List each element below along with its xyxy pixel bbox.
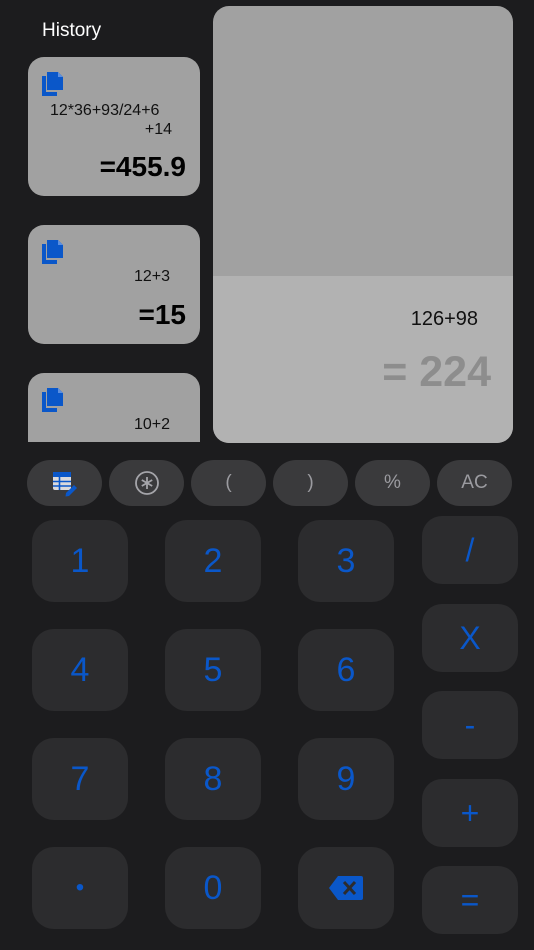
divide-button[interactable]: /	[422, 516, 518, 584]
copy-icon[interactable]	[40, 387, 64, 413]
display-result: = 224	[382, 348, 491, 396]
clear-button[interactable]: AC	[437, 460, 512, 506]
key-3[interactable]: 3	[298, 520, 394, 602]
history-result: =455.9	[99, 151, 186, 182]
asterisk-icon	[134, 471, 159, 495]
equals-button[interactable]: =	[422, 866, 518, 934]
key-1[interactable]: 1	[32, 520, 128, 602]
key-9[interactable]: 9	[298, 738, 394, 820]
table-edit-button[interactable]	[27, 460, 102, 506]
history-expression: 12*36+93/24+6	[50, 102, 160, 119]
key-5[interactable]: 5	[165, 629, 261, 711]
open-paren-button[interactable]: (	[191, 460, 266, 506]
history-item[interactable]: 12+3 =15	[28, 225, 200, 344]
history-list[interactable]: 12*36+93/24+6 +14 =455.9 12+3 =15 10+2	[28, 55, 202, 442]
history-expression: 10+2	[134, 416, 171, 433]
history-item[interactable]: 12*36+93/24+6 +14 =455.9	[28, 57, 200, 196]
plus-button[interactable]: +	[422, 779, 518, 847]
minus-button[interactable]: -	[422, 691, 518, 759]
key-0[interactable]: 0	[165, 847, 261, 929]
backspace-button[interactable]	[298, 847, 394, 929]
multiply-button[interactable]: X	[422, 604, 518, 672]
key-8[interactable]: 8	[165, 738, 261, 820]
copy-icon[interactable]	[40, 239, 64, 265]
history-expression-cont: +14	[144, 121, 172, 138]
display-expression: 126+98	[410, 308, 478, 330]
key-decimal[interactable]: •	[32, 847, 128, 929]
history-expression: 12+3	[134, 268, 171, 285]
key-4[interactable]: 4	[32, 629, 128, 711]
history-item[interactable]: 10+2	[28, 373, 200, 442]
copy-icon[interactable]	[40, 71, 64, 97]
display-panel: 126+98 = 224	[213, 6, 513, 443]
asterisk-button[interactable]	[109, 460, 184, 506]
key-2[interactable]: 2	[165, 520, 261, 602]
backspace-icon	[329, 876, 363, 900]
close-paren-button[interactable]: )	[273, 460, 348, 506]
percent-button[interactable]: %	[355, 460, 430, 506]
key-7[interactable]: 7	[32, 738, 128, 820]
history-result: =15	[138, 299, 187, 330]
history-title: History	[42, 20, 102, 41]
table-edit-icon	[52, 472, 77, 497]
key-6[interactable]: 6	[298, 629, 394, 711]
